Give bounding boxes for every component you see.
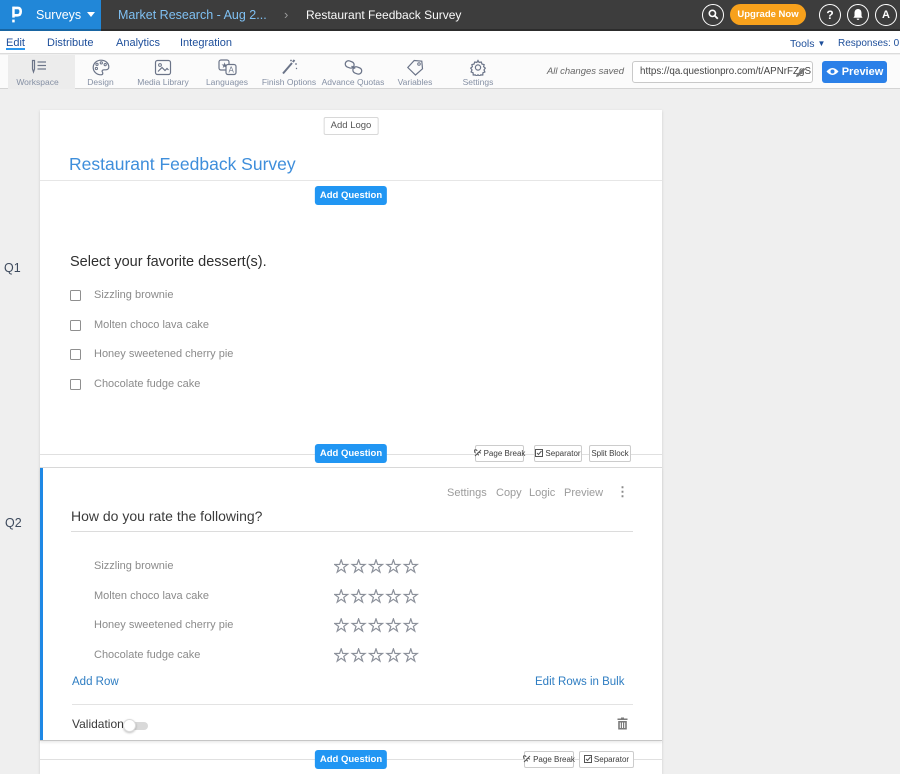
svg-text:A: A [228, 66, 234, 75]
